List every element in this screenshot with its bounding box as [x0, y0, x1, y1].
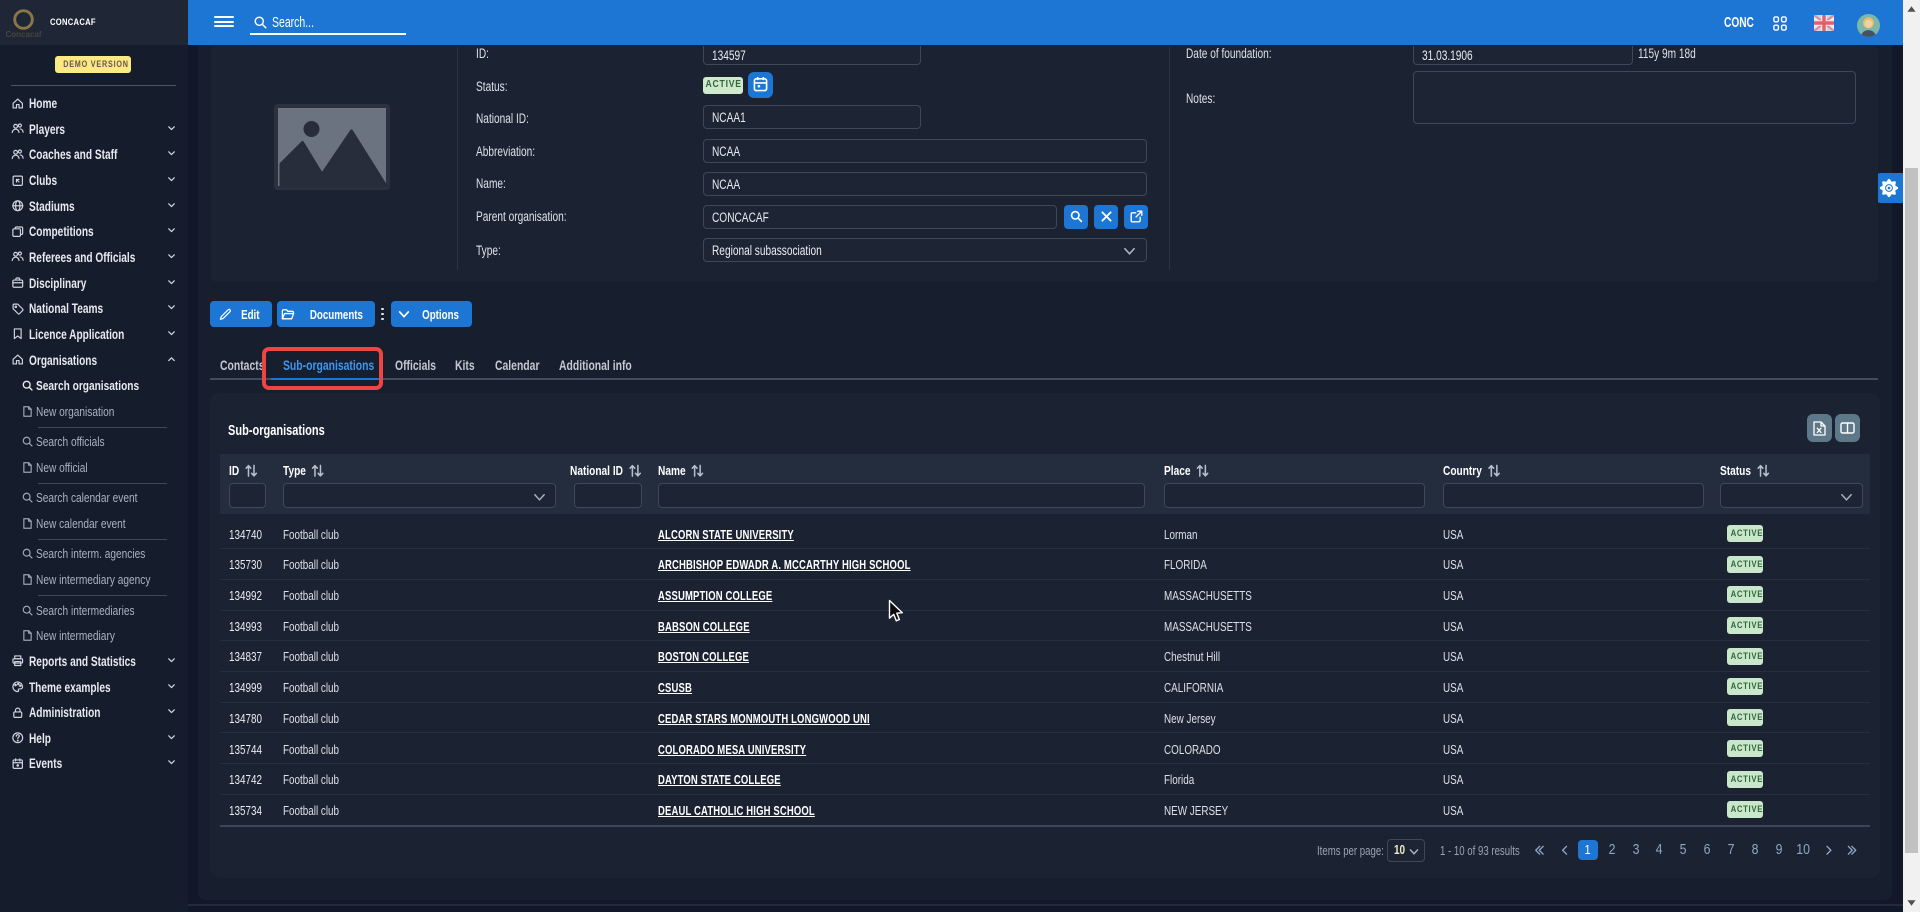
- svg-text:Concacaf: Concacaf: [6, 30, 42, 39]
